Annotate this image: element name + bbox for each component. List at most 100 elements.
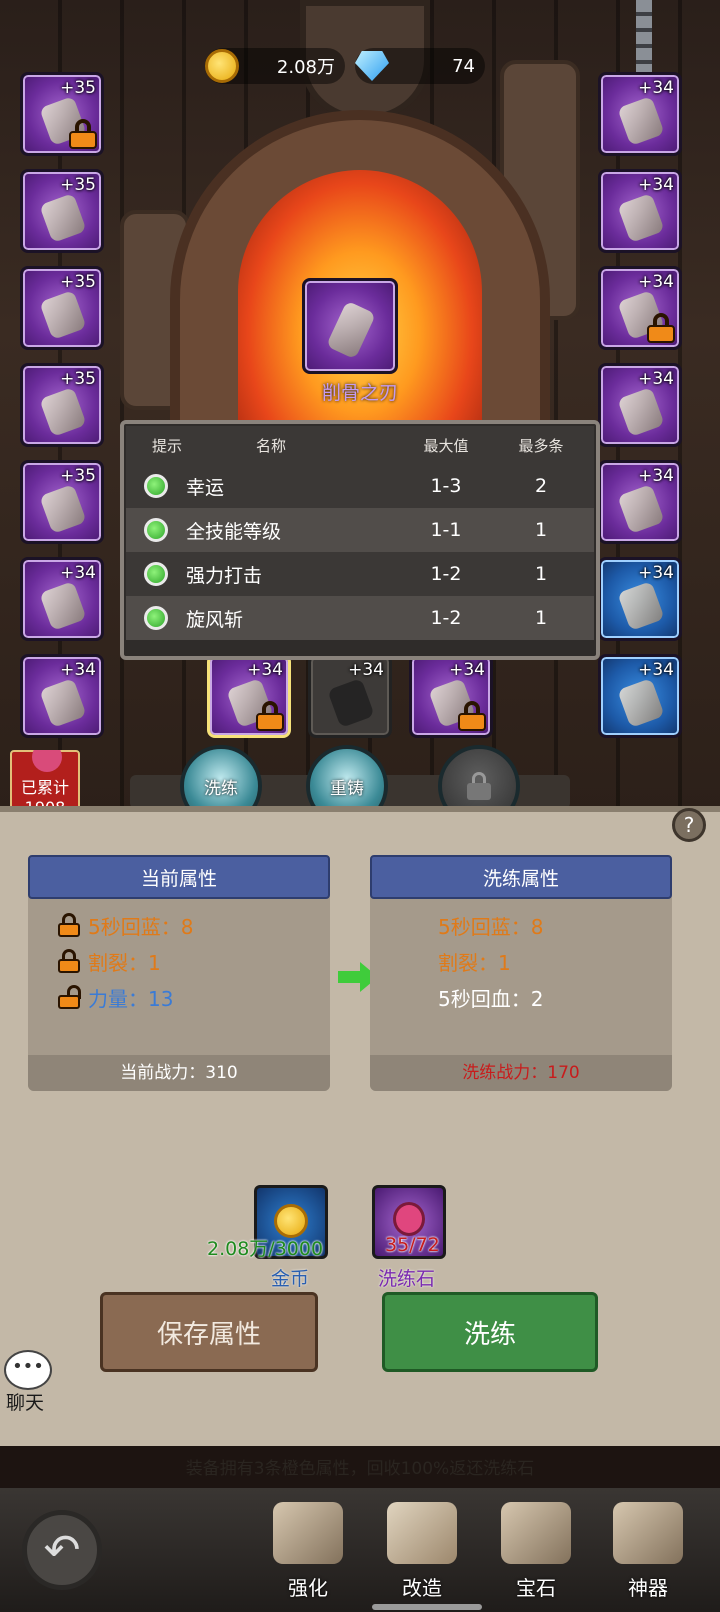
attr-text: 割裂：1: [88, 950, 161, 975]
green-dot-icon: [144, 474, 168, 498]
help-button[interactable]: ?: [672, 808, 706, 842]
lock-icon[interactable]: [58, 949, 80, 973]
refine-stone-icon: [393, 1202, 425, 1236]
equipment-slot-necklace[interactable]: +35: [20, 169, 104, 253]
refined-attr-row: 5秒回蓝：8: [370, 907, 672, 943]
affix-name: 强力打击: [186, 564, 263, 587]
refined-attr-row: 5秒回血：2: [370, 979, 672, 1015]
slot-level: +34: [60, 563, 96, 583]
attr-text: 力量：13: [88, 986, 174, 1011]
slot-level: +35: [60, 272, 96, 292]
slot-level: +35: [60, 466, 96, 486]
current-attr-row[interactable]: 5秒回蓝：8: [28, 907, 330, 943]
refined-attributes-title: 洗练属性: [370, 855, 672, 899]
refined-power: 洗练战力：170: [370, 1055, 672, 1091]
slot-level: +34: [638, 369, 674, 389]
stone-cost-amount: 35/72: [385, 1234, 440, 1256]
bracer-icon: [39, 484, 87, 534]
refine-button[interactable]: 洗练: [382, 1292, 598, 1372]
stone-cost-label: 洗练石: [378, 1268, 436, 1290]
chain-icon: [617, 96, 665, 146]
bracelet-icon: [617, 678, 665, 728]
gold-cost-amount: 2.08万/3000: [207, 1238, 324, 1260]
equipment-slot-ring-2[interactable]: +34: [598, 460, 682, 544]
current-attributes-box: 当前属性 5秒回蓝：8 割裂：1 力量：13 当前战力：310: [28, 855, 330, 1091]
selected-weapon-slot[interactable]: [302, 278, 398, 374]
refined-attr-row: 割裂：1: [370, 943, 672, 979]
equipment-slot-horn[interactable]: +34: [598, 266, 682, 350]
current-attr-row[interactable]: 割裂：1: [28, 943, 330, 979]
pants-icon: [617, 193, 665, 243]
affix-max: 1-2: [430, 563, 462, 585]
gem-icon: [501, 1502, 571, 1564]
back-button[interactable]: ↶: [22, 1510, 102, 1590]
equipment-slot-pants[interactable]: +34: [598, 169, 682, 253]
equipment-slot-boots[interactable]: +34: [20, 654, 104, 738]
equipment-slot-gloves[interactable]: +34: [20, 557, 104, 641]
equipment-slot-helmet[interactable]: +35: [20, 72, 104, 156]
weapon-slot-offhand[interactable]: +34: [308, 654, 392, 738]
necklace-icon: [39, 193, 87, 243]
ring-icon: [617, 484, 665, 534]
chat-bubble-icon[interactable]: •••: [4, 1350, 52, 1390]
save-attributes-button[interactable]: 保存属性: [100, 1292, 318, 1372]
ring-icon: [617, 387, 665, 437]
unlock-icon[interactable]: [58, 985, 81, 1009]
affix-max: 1-2: [430, 607, 462, 629]
hammer-icon: [39, 290, 87, 340]
refined-attributes-box: 洗练属性 5秒回蓝：8 割裂：1 5秒回血：2 洗练战力：170: [370, 855, 672, 1091]
gold-amount: 2.08万: [276, 57, 335, 78]
amulet-icon: [617, 581, 665, 631]
current-attr-row[interactable]: 力量：13: [28, 979, 330, 1015]
green-dot-icon: [144, 562, 168, 586]
bottom-nav: ↶ 强化 改造 宝石 神器: [0, 1488, 720, 1612]
slot-level: +34: [247, 660, 283, 680]
chat-label[interactable]: 聊天: [6, 1388, 44, 1415]
boots-icon: [39, 678, 87, 728]
equipment-slot-weapon[interactable]: +35: [20, 266, 104, 350]
affix-count: 1: [534, 519, 548, 541]
gold-cost-label: 金币: [271, 1268, 310, 1290]
nav-gem[interactable]: 宝石: [486, 1502, 586, 1612]
weapon-slot-bow[interactable]: +34: [409, 654, 493, 738]
equipment-slot-bracelet[interactable]: +34: [598, 654, 682, 738]
gem-amount: 74: [452, 55, 475, 77]
slot-level: +34: [638, 272, 674, 292]
lock-icon: [458, 701, 486, 731]
table-row: 旋风斩 1-2 1: [126, 596, 594, 640]
affix-count: 1: [534, 563, 548, 585]
gem-counter: 74: [355, 48, 485, 84]
attr-text: 5秒回蓝：8: [438, 914, 544, 939]
equipment-slot-bracer[interactable]: +35: [20, 460, 104, 544]
green-dot-icon: [144, 518, 168, 542]
equipment-slot-ring-1[interactable]: +34: [598, 363, 682, 447]
attr-text: 5秒回蓝：8: [88, 914, 194, 939]
lock-icon: [647, 313, 675, 343]
slot-level: +34: [638, 563, 674, 583]
equipment-slot-armor[interactable]: +35: [20, 363, 104, 447]
nav-modify[interactable]: 改造: [372, 1502, 472, 1612]
equipment-slot-chain[interactable]: +34: [598, 72, 682, 156]
slot-level: +34: [638, 78, 674, 98]
nav-artifact[interactable]: 神器: [598, 1502, 698, 1612]
green-dot-icon: [144, 606, 168, 630]
nav-label: 神器: [628, 1576, 668, 1600]
affix-count: 1: [534, 607, 548, 629]
nav-label: 宝石: [516, 1576, 556, 1600]
diamond-icon: [355, 51, 389, 81]
table-row: 幸运 1-3 2: [126, 464, 594, 508]
slot-level: +34: [60, 660, 96, 680]
header-count: 最多条: [518, 436, 564, 455]
attr-text: 5秒回血：2: [438, 986, 544, 1011]
shield-icon: [327, 678, 375, 728]
lock-icon[interactable]: [58, 913, 80, 937]
gold-coin-icon: [274, 1204, 308, 1238]
artifact-icon: [613, 1502, 683, 1564]
hammers-icon: [387, 1502, 457, 1564]
weapon-slot-main[interactable]: +34: [207, 654, 291, 738]
nav-enhance[interactable]: 强化: [258, 1502, 358, 1612]
gold-counter: 2.08万: [205, 48, 345, 84]
lock-icon: [69, 119, 97, 149]
lock-icon: [256, 701, 284, 731]
equipment-slot-amulet[interactable]: +34: [598, 557, 682, 641]
